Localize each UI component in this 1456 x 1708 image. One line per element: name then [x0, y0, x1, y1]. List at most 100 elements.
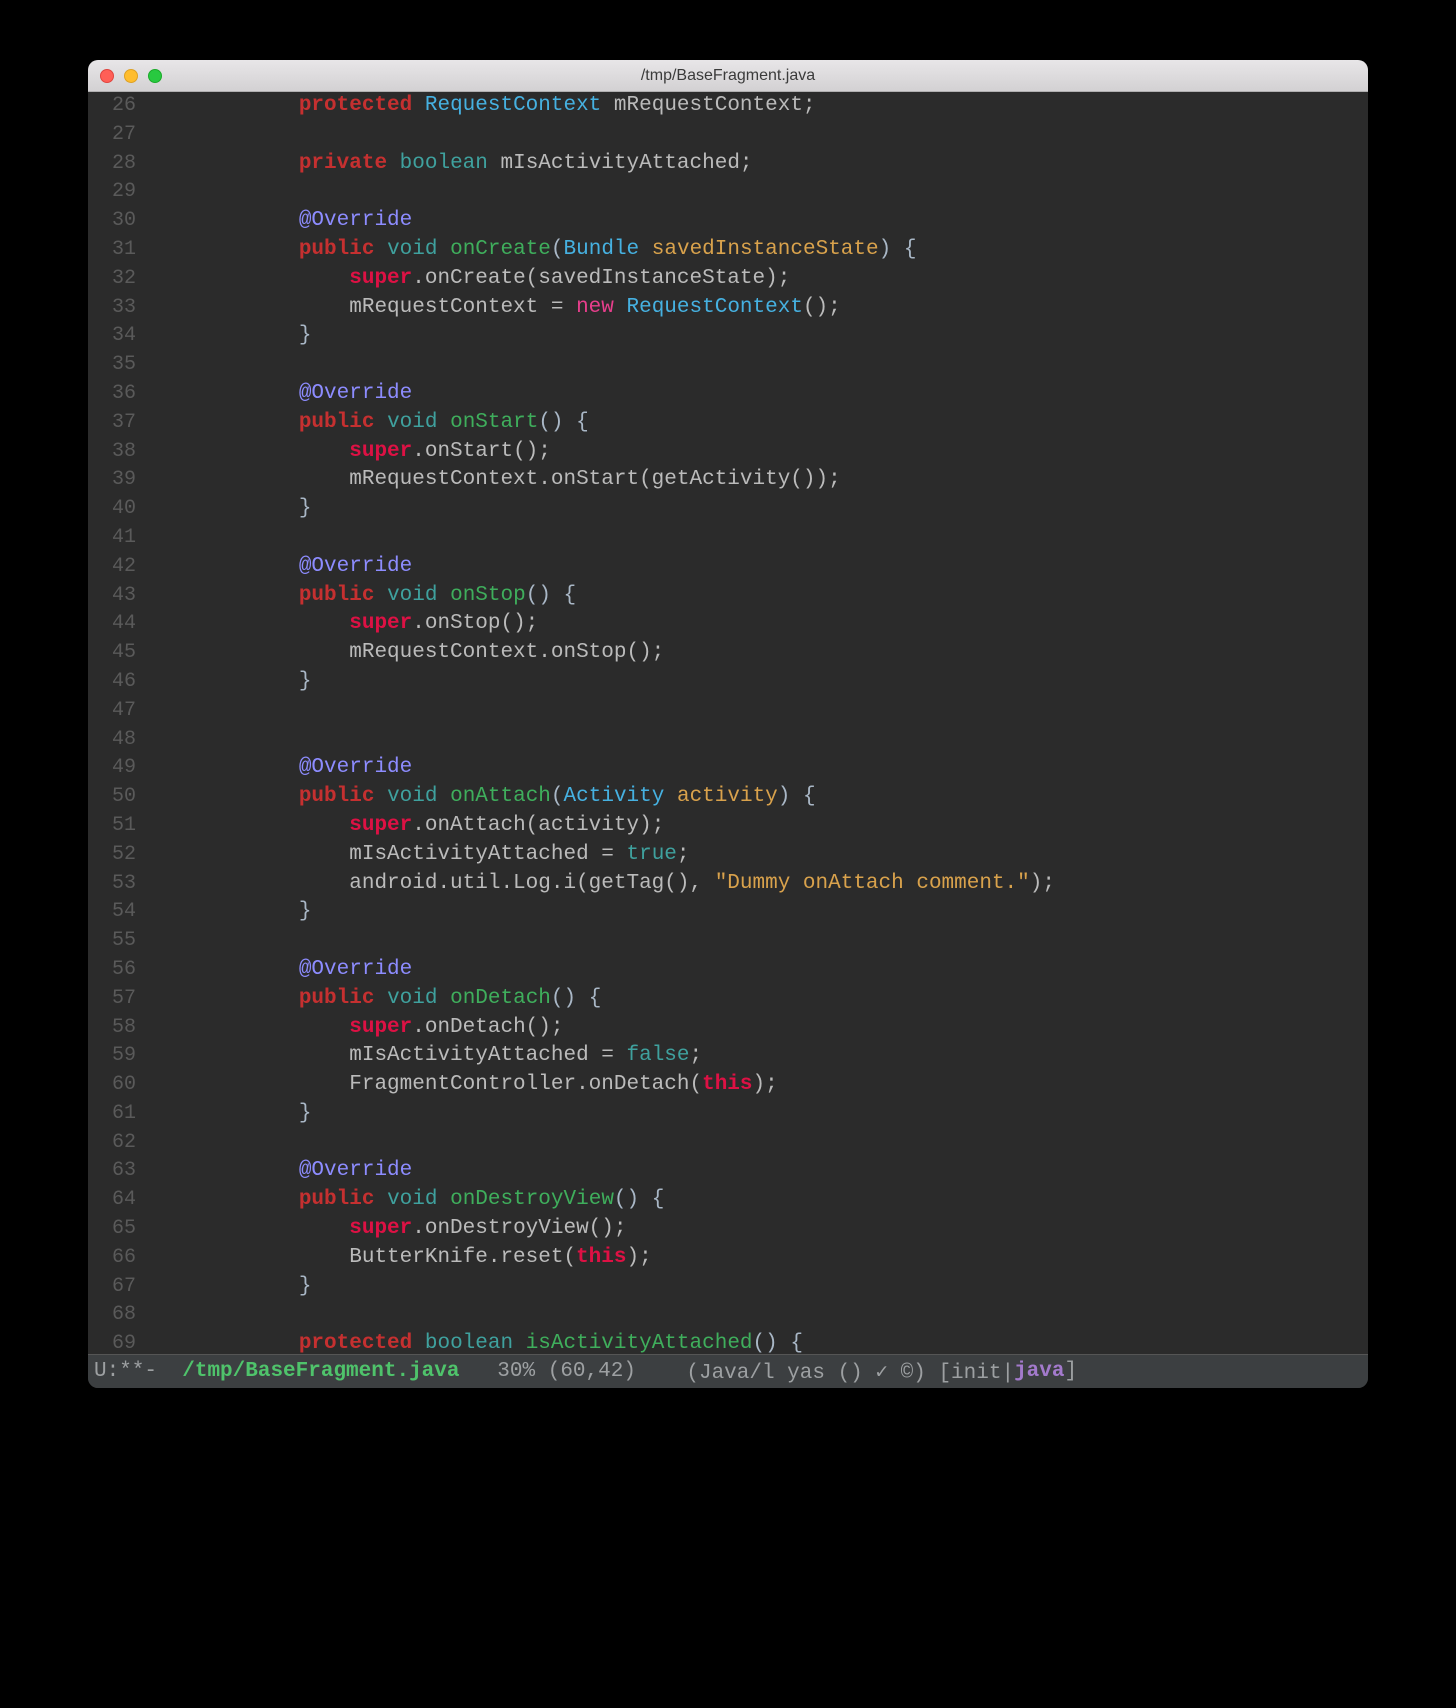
code-line[interactable]: 68 [88, 1301, 1368, 1330]
code-line[interactable]: 47 [88, 697, 1368, 726]
code-line[interactable]: 55 [88, 927, 1368, 956]
code-line[interactable]: 46 } [88, 668, 1368, 697]
code-content[interactable] [198, 178, 1368, 207]
code-line[interactable]: 53 android.util.Log.i(getTag(), "Dummy o… [88, 870, 1368, 899]
code-line[interactable]: 51 super.onAttach(activity); [88, 812, 1368, 841]
code-content[interactable]: public void onCreate(Bundle savedInstanc… [198, 236, 1368, 265]
code-line[interactable]: 43 public void onStop() { [88, 582, 1368, 611]
code-line[interactable]: 27 [88, 121, 1368, 150]
code-content[interactable]: @Override [198, 553, 1368, 582]
code-content[interactable] [198, 726, 1368, 755]
code-content[interactable] [198, 524, 1368, 553]
code-content[interactable]: super.onCreate(savedInstanceState); [198, 265, 1368, 294]
code-content[interactable]: mRequestContext = new RequestContext(); [198, 294, 1368, 323]
code-content[interactable]: android.util.Log.i(getTag(), "Dummy onAt… [198, 870, 1368, 899]
code-content[interactable]: } [198, 668, 1368, 697]
code-line[interactable]: 34 } [88, 322, 1368, 351]
code-line[interactable]: 30 @Override [88, 207, 1368, 236]
code-line[interactable]: 35 [88, 351, 1368, 380]
code-content[interactable]: super.onDetach(); [198, 1014, 1368, 1043]
code-content[interactable]: super.onStart(); [198, 438, 1368, 467]
code-content[interactable]: @Override [198, 207, 1368, 236]
code-content[interactable]: public void onStop() { [198, 582, 1368, 611]
code-content[interactable]: FragmentController.onDetach(this); [198, 1071, 1368, 1100]
code-content[interactable] [198, 1129, 1368, 1158]
code-content[interactable] [198, 351, 1368, 380]
code-line[interactable]: 44 super.onStop(); [88, 610, 1368, 639]
code-content[interactable]: private boolean mIsActivityAttached; [198, 150, 1368, 179]
line-number: 31 [88, 236, 144, 265]
code-line[interactable]: 26 protected RequestContext mRequestCont… [88, 92, 1368, 121]
code-line[interactable]: 63 @Override [88, 1157, 1368, 1186]
zoom-window-button[interactable] [148, 69, 162, 83]
code-content[interactable]: mRequestContext.onStart(getActivity()); [198, 466, 1368, 495]
code-line[interactable]: 39 mRequestContext.onStart(getActivity()… [88, 466, 1368, 495]
code-line[interactable]: 60 FragmentController.onDetach(this); [88, 1071, 1368, 1100]
code-content[interactable]: super.onAttach(activity); [198, 812, 1368, 841]
code-content[interactable]: public void onDestroyView() { [198, 1186, 1368, 1215]
code-line[interactable]: 62 [88, 1129, 1368, 1158]
code-content[interactable]: public void onStart() { [198, 409, 1368, 438]
code-line[interactable]: 69 protected boolean isActivityAttached(… [88, 1330, 1368, 1354]
minimize-window-button[interactable] [124, 69, 138, 83]
line-number: 41 [88, 524, 144, 553]
code-content[interactable]: super.onStop(); [198, 610, 1368, 639]
code-line[interactable]: 48 [88, 726, 1368, 755]
code-content[interactable] [198, 121, 1368, 150]
code-content[interactable]: mRequestContext.onStop(); [198, 639, 1368, 668]
line-number: 65 [88, 1215, 144, 1244]
close-window-button[interactable] [100, 69, 114, 83]
code-line[interactable]: 58 super.onDetach(); [88, 1014, 1368, 1043]
window-titlebar[interactable]: /tmp/BaseFragment.java [88, 60, 1368, 92]
code-line[interactable]: 41 [88, 524, 1368, 553]
code-content[interactable]: super.onDestroyView(); [198, 1215, 1368, 1244]
code-line[interactable]: 33 mRequestContext = new RequestContext(… [88, 294, 1368, 323]
code-content[interactable]: @Override [198, 956, 1368, 985]
code-line[interactable]: 37 public void onStart() { [88, 409, 1368, 438]
code-content[interactable] [198, 1301, 1368, 1330]
code-line[interactable]: 56 @Override [88, 956, 1368, 985]
code-line[interactable]: 31 public void onCreate(Bundle savedInst… [88, 236, 1368, 265]
code-line[interactable]: 49 @Override [88, 754, 1368, 783]
code-line[interactable]: 40 } [88, 495, 1368, 524]
code-line[interactable]: 52 mIsActivityAttached = true; [88, 841, 1368, 870]
code-content[interactable]: protected RequestContext mRequestContext… [198, 92, 1368, 121]
code-line[interactable]: 65 super.onDestroyView(); [88, 1215, 1368, 1244]
line-number: 34 [88, 322, 144, 351]
code-content[interactable]: @Override [198, 754, 1368, 783]
code-line[interactable]: 57 public void onDetach() { [88, 985, 1368, 1014]
code-line[interactable]: 45 mRequestContext.onStop(); [88, 639, 1368, 668]
code-content[interactable]: @Override [198, 1157, 1368, 1186]
code-line[interactable]: 59 mIsActivityAttached = false; [88, 1042, 1368, 1071]
code-line[interactable]: 50 public void onAttach(Activity activit… [88, 783, 1368, 812]
code-content[interactable]: } [198, 495, 1368, 524]
editor-area[interactable]: 26 protected RequestContext mRequestCont… [88, 92, 1368, 1388]
code-content[interactable]: protected boolean isActivityAttached() { [198, 1330, 1368, 1354]
code-content[interactable]: mIsActivityAttached = false; [198, 1042, 1368, 1071]
code-line[interactable]: 64 public void onDestroyView() { [88, 1186, 1368, 1215]
code-content[interactable] [198, 927, 1368, 956]
code-line[interactable]: 54 } [88, 898, 1368, 927]
code-line[interactable]: 32 super.onCreate(savedInstanceState); [88, 265, 1368, 294]
code-line[interactable]: 38 super.onStart(); [88, 438, 1368, 467]
code-content[interactable]: public void onDetach() { [198, 985, 1368, 1014]
code-content[interactable]: @Override [198, 380, 1368, 409]
code-line[interactable]: 61 } [88, 1100, 1368, 1129]
code-line[interactable]: 42 @Override [88, 553, 1368, 582]
code-content[interactable]: } [198, 322, 1368, 351]
code-content[interactable]: } [198, 1100, 1368, 1129]
traffic-lights [88, 69, 162, 83]
code-line[interactable]: 67 } [88, 1273, 1368, 1302]
code-content[interactable] [198, 697, 1368, 726]
code-content[interactable]: } [198, 898, 1368, 927]
code-line[interactable]: 66 ButterKnife.reset(this); [88, 1244, 1368, 1273]
code-content[interactable]: public void onAttach(Activity activity) … [198, 783, 1368, 812]
code-line[interactable]: 29 [88, 178, 1368, 207]
code-content[interactable]: ButterKnife.reset(this); [198, 1244, 1368, 1273]
code-lines[interactable]: 26 protected RequestContext mRequestCont… [88, 92, 1368, 1354]
code-content[interactable]: mIsActivityAttached = true; [198, 841, 1368, 870]
code-line[interactable]: 36 @Override [88, 380, 1368, 409]
code-content[interactable]: } [198, 1273, 1368, 1302]
code-line[interactable]: 28 private boolean mIsActivityAttached; [88, 150, 1368, 179]
line-number: 38 [88, 438, 144, 467]
